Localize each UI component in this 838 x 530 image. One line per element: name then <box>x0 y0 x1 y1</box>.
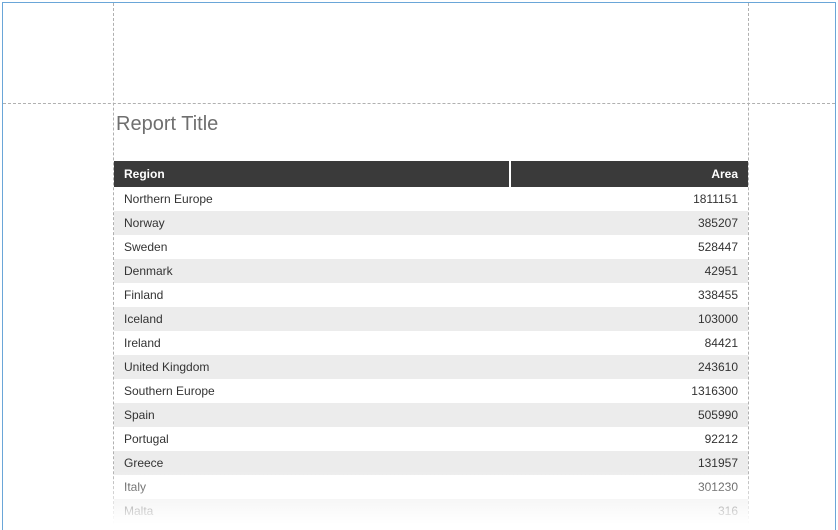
table-row[interactable]: Italy301230 <box>114 475 748 499</box>
cell-area: 243610 <box>510 355 748 379</box>
table-row[interactable]: Spain505990 <box>114 403 748 427</box>
table-row[interactable]: Iceland103000 <box>114 307 748 331</box>
cell-region: Portugal <box>114 427 510 451</box>
table-row[interactable]: United Kingdom243610 <box>114 355 748 379</box>
cell-area: 84421 <box>510 331 748 355</box>
margin-guide-top <box>3 103 835 104</box>
table-row[interactable]: Northern Europe1811151 <box>114 187 748 211</box>
cell-area: 528447 <box>510 235 748 259</box>
cell-region: Spain <box>114 403 510 427</box>
table-row[interactable]: Malta316 <box>114 499 748 523</box>
cell-region: Italy <box>114 475 510 499</box>
cell-region: Denmark <box>114 259 510 283</box>
table-row[interactable]: Greece131957 <box>114 451 748 475</box>
cell-area: 92212 <box>510 427 748 451</box>
column-header-area[interactable]: Area <box>510 161 748 187</box>
cell-region: Northern Europe <box>114 187 510 211</box>
design-canvas: Report Title Region Area Northern Europe… <box>2 2 836 530</box>
cell-region: Ireland <box>114 331 510 355</box>
table-row[interactable]: Sweden528447 <box>114 235 748 259</box>
cell-area: 338455 <box>510 283 748 307</box>
cell-area: 301230 <box>510 475 748 499</box>
cell-area: 1316300 <box>510 379 748 403</box>
cell-region: Sweden <box>114 235 510 259</box>
cell-area: 1811151 <box>510 187 748 211</box>
cell-area: 103000 <box>510 307 748 331</box>
cell-region: Norway <box>114 211 510 235</box>
table-header-row: Region Area <box>114 161 748 187</box>
cell-area: 505990 <box>510 403 748 427</box>
table-row[interactable]: Portugal92212 <box>114 427 748 451</box>
margin-guide-right <box>748 3 749 529</box>
cell-region: Malta <box>114 499 510 523</box>
cell-region: Finland <box>114 283 510 307</box>
cell-region: United Kingdom <box>114 355 510 379</box>
table-row[interactable]: Ireland84421 <box>114 331 748 355</box>
table-row[interactable]: Finland338455 <box>114 283 748 307</box>
table-row[interactable]: Southern Europe1316300 <box>114 379 748 403</box>
cell-area: 316 <box>510 499 748 523</box>
cell-region: Southern Europe <box>114 379 510 403</box>
data-table[interactable]: Region Area Northern Europe1811151 Norwa… <box>114 161 748 523</box>
cell-region: Greece <box>114 451 510 475</box>
cell-area: 385207 <box>510 211 748 235</box>
report-body: Report Title Region Area Northern Europe… <box>114 113 748 523</box>
cell-region: Iceland <box>114 307 510 331</box>
table-row[interactable]: Denmark42951 <box>114 259 748 283</box>
cell-area: 131957 <box>510 451 748 475</box>
page-area: Report Title Region Area Northern Europe… <box>3 3 835 529</box>
column-header-region[interactable]: Region <box>114 161 510 187</box>
cell-area: 42951 <box>510 259 748 283</box>
table-row[interactable]: Norway385207 <box>114 211 748 235</box>
report-title[interactable]: Report Title <box>114 113 748 136</box>
table-body: Northern Europe1811151 Norway385207 Swed… <box>114 187 748 523</box>
